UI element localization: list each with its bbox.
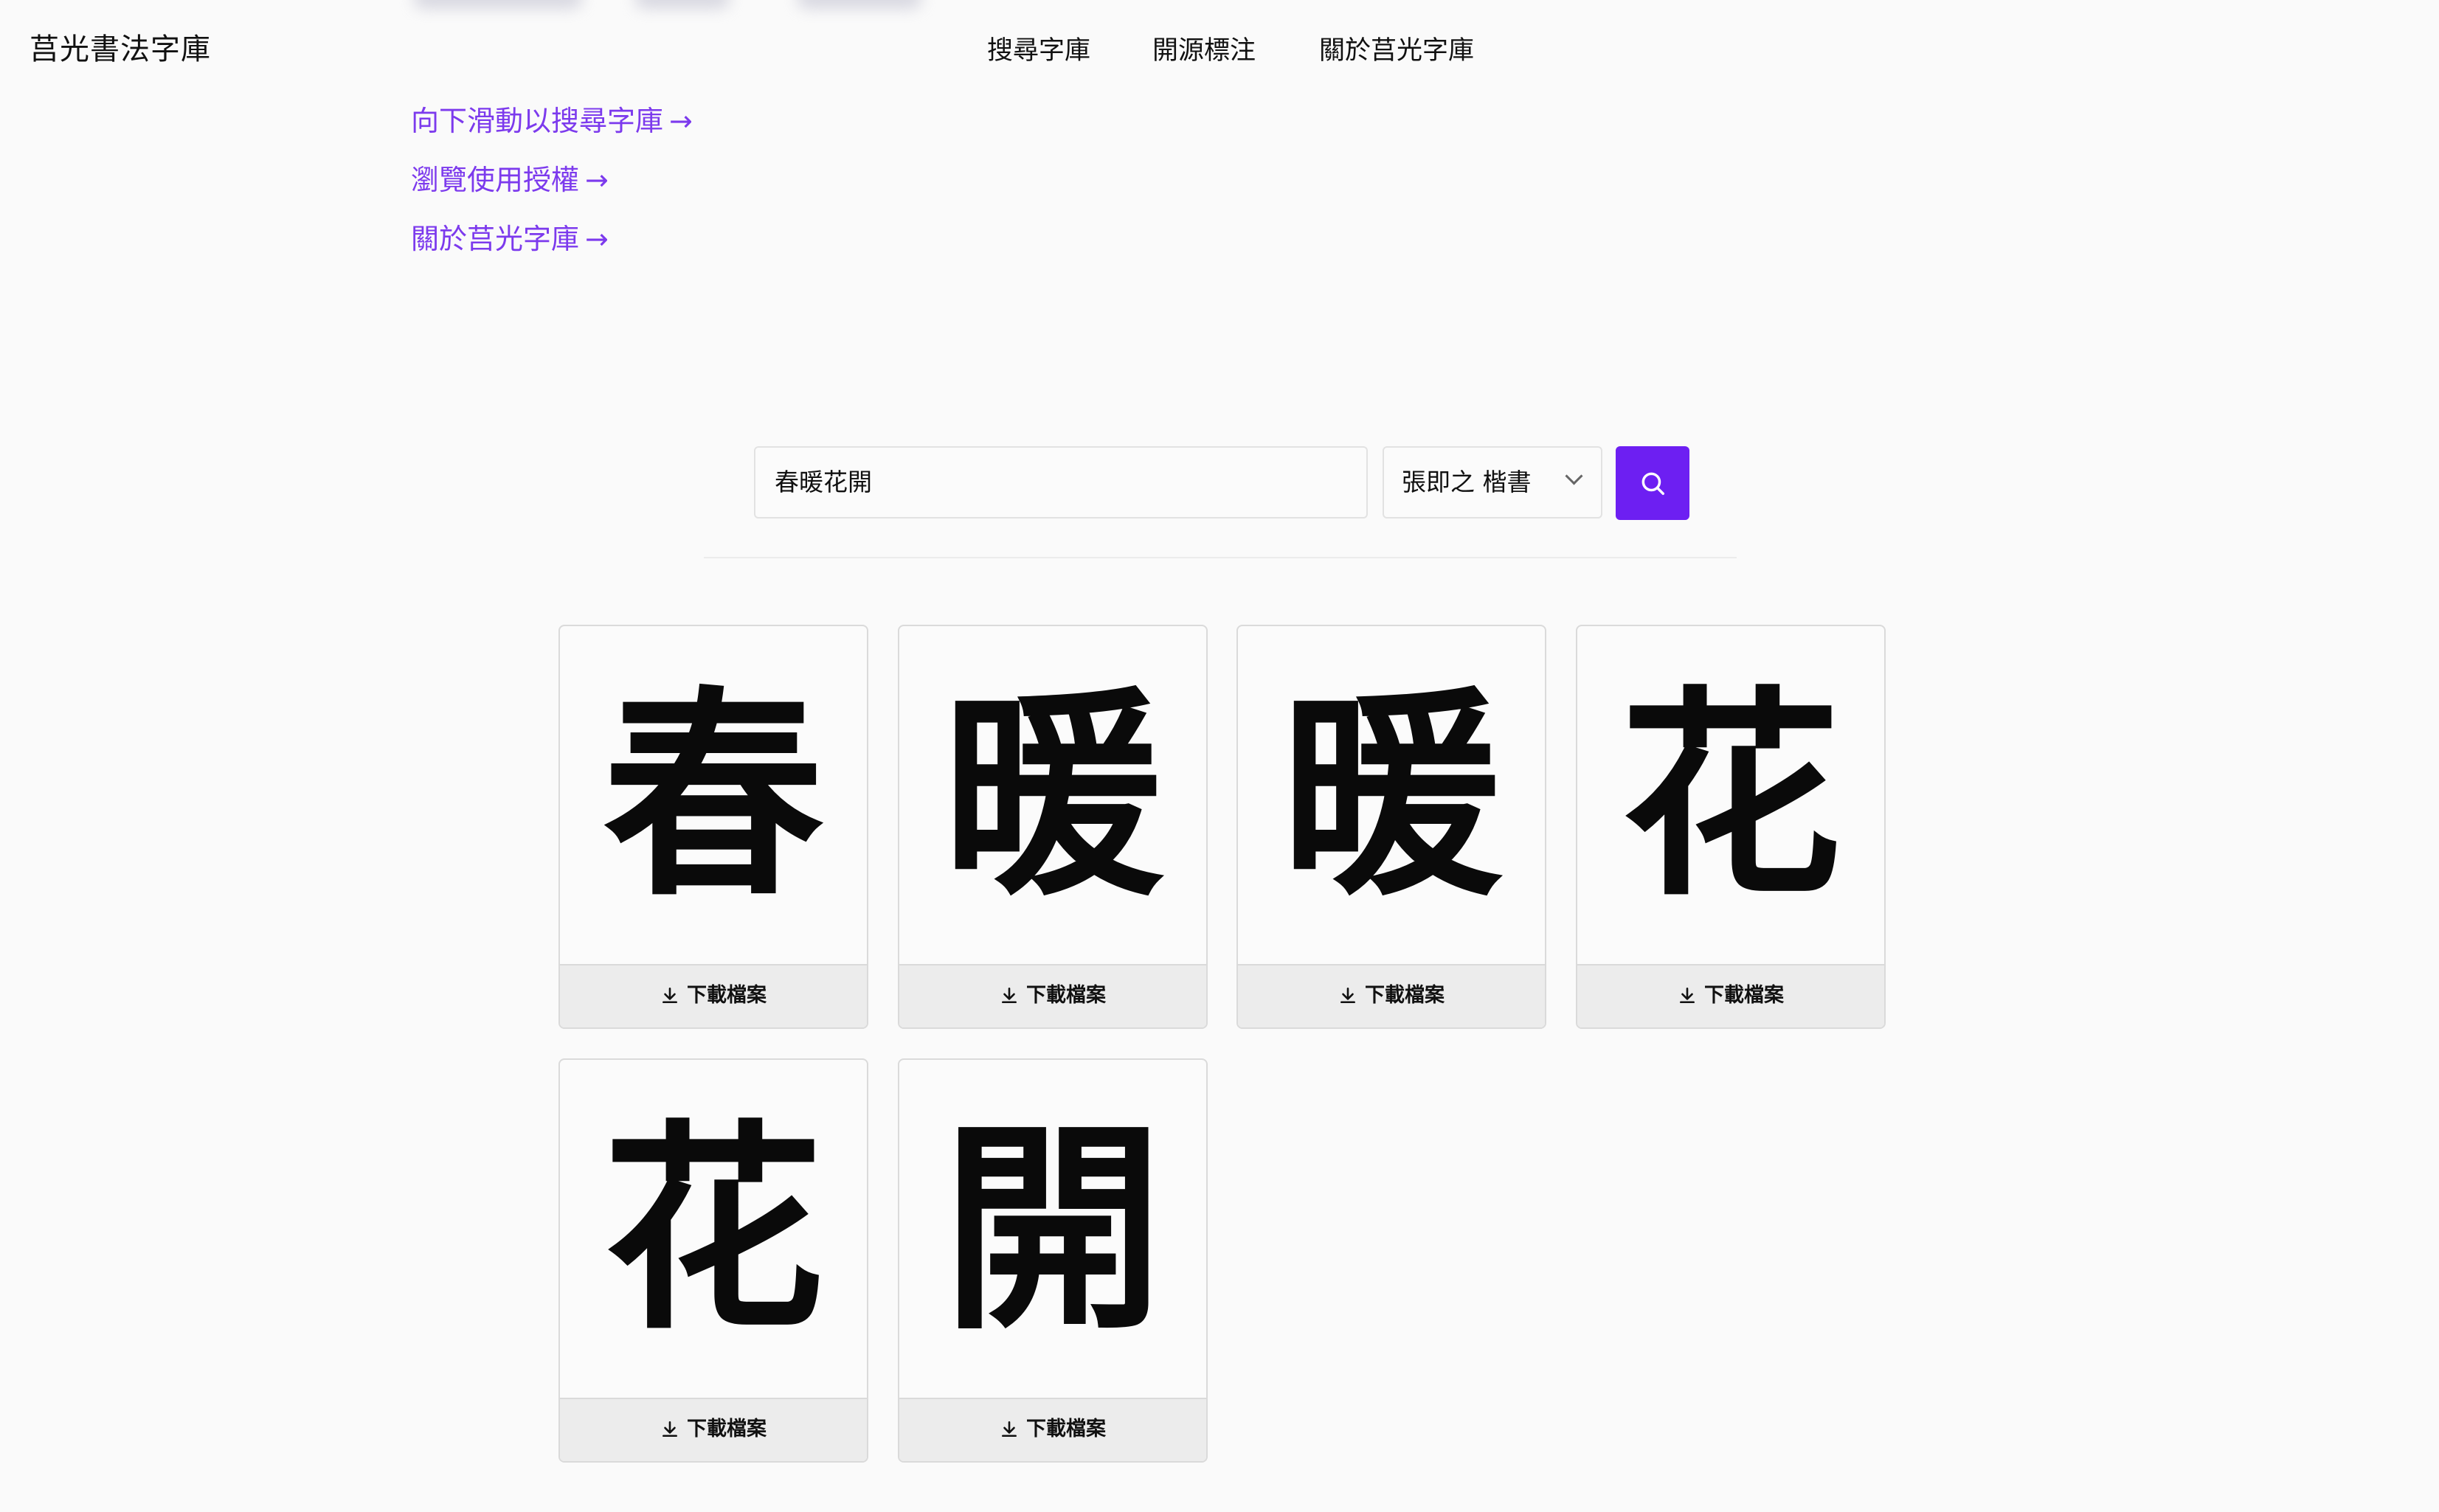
calligraphy-glyph: 花	[1620, 665, 1841, 926]
result-card: 花 下載檔案	[558, 1058, 868, 1463]
calligraphy-glyph: 暖	[942, 665, 1163, 926]
font-select[interactable]: 張即之 楷書	[1383, 446, 1602, 519]
divider	[704, 557, 1737, 558]
result-card: 暖 下載檔案	[1236, 625, 1546, 1029]
download-icon	[1002, 1421, 1017, 1437]
quick-links: 向下滑動以搜尋字庫 → 瀏覽使用授權 → 關於莒光字庫 →	[411, 102, 693, 279]
download-button[interactable]: 下載檔案	[1238, 964, 1545, 1027]
result-card: 春 下載檔案	[558, 625, 868, 1029]
site-logo[interactable]: 莒光書法字庫	[30, 25, 211, 68]
download-icon	[662, 987, 677, 1003]
header: 莒光書法字庫 搜尋字庫 開源標注 關於莒光字庫	[0, 0, 2439, 96]
link-about[interactable]: 關於莒光字庫 →	[411, 220, 693, 279]
link-scroll-search[interactable]: 向下滑動以搜尋字庫 →	[411, 102, 693, 161]
arrow-right-icon: →	[669, 105, 693, 137]
calligraphy-glyph: 花	[603, 1099, 824, 1359]
font-select-value: 張即之 楷書	[1402, 468, 1532, 496]
blurred-element	[797, 0, 922, 9]
download-label: 下載檔案	[1365, 984, 1445, 1007]
download-button[interactable]: 下載檔案	[560, 964, 867, 1027]
search-icon	[1641, 472, 1664, 495]
download-label: 下載檔案	[1026, 984, 1106, 1007]
download-button[interactable]: 下載檔案	[560, 1398, 867, 1461]
download-label: 下載檔案	[1026, 1418, 1106, 1440]
download-button[interactable]: 下載檔案	[1577, 964, 1884, 1027]
calligraphy-glyph: 開	[942, 1099, 1163, 1359]
result-card: 暖 下載檔案	[898, 625, 1208, 1029]
download-icon	[1680, 987, 1695, 1003]
search-input[interactable]: 春暖花開	[754, 446, 1368, 519]
result-card: 花 下載檔案	[1576, 625, 1886, 1029]
link-label: 向下滑動以搜尋字庫	[411, 105, 664, 137]
download-button[interactable]: 下載檔案	[899, 964, 1206, 1027]
download-label: 下載檔案	[1704, 984, 1784, 1007]
link-label: 關於莒光字庫	[411, 223, 580, 255]
nav-search[interactable]: 搜尋字庫	[987, 30, 1090, 67]
nav-about[interactable]: 關於莒光字庫	[1319, 30, 1474, 67]
download-label: 下載檔案	[687, 984, 767, 1007]
download-button[interactable]: 下載檔案	[899, 1398, 1206, 1461]
search-button[interactable]	[1616, 446, 1689, 520]
arrow-right-icon: →	[585, 164, 609, 196]
calligraphy-glyph: 暖	[1281, 665, 1502, 926]
chevron-down-icon	[1565, 467, 1583, 485]
blurred-element	[634, 0, 730, 9]
arrow-right-icon: →	[585, 223, 609, 255]
blurred-element	[413, 0, 583, 9]
nav-open-annotation[interactable]: 開源標注	[1152, 30, 1256, 67]
link-license[interactable]: 瀏覽使用授權 →	[411, 161, 693, 220]
download-icon	[662, 1421, 677, 1437]
link-label: 瀏覽使用授權	[411, 164, 580, 196]
download-icon	[1002, 987, 1017, 1003]
download-label: 下載檔案	[687, 1418, 767, 1440]
calligraphy-glyph: 春	[603, 665, 824, 926]
result-card: 開 下載檔案	[898, 1058, 1208, 1463]
download-icon	[1340, 987, 1355, 1003]
